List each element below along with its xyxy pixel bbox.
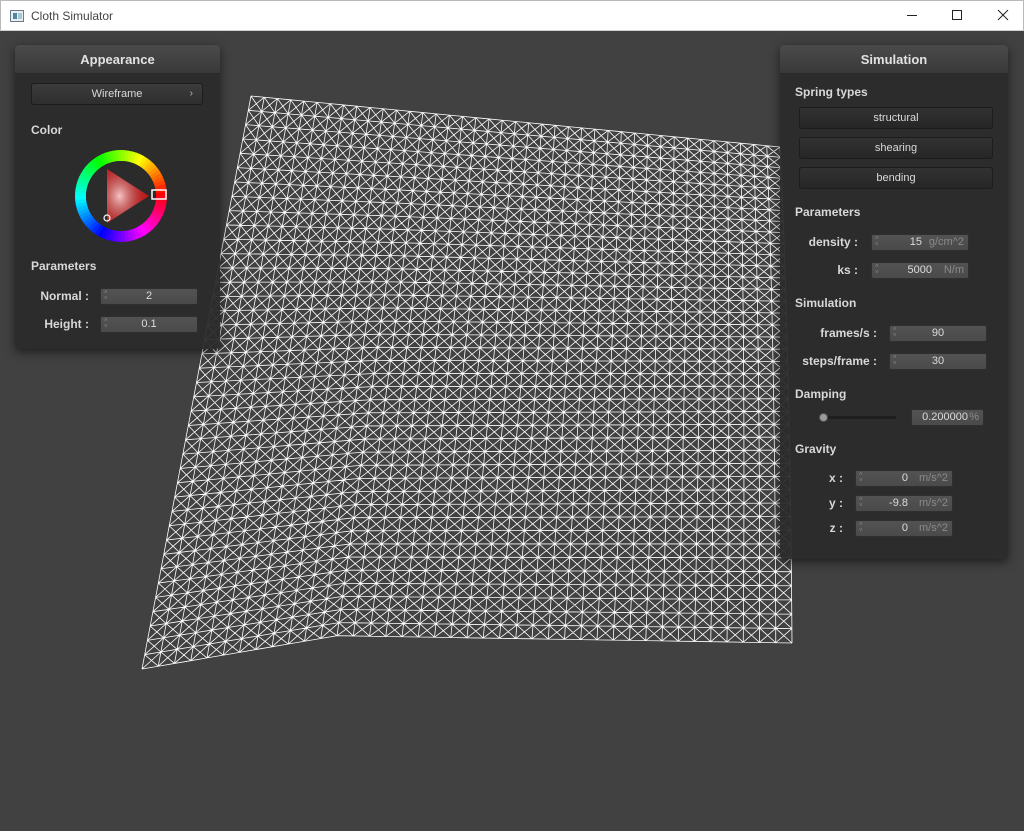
close-button[interactable] [980, 1, 1024, 31]
close-icon [997, 9, 1009, 21]
title-bar[interactable]: Cloth Simulator [0, 0, 1024, 31]
gravity-y-input[interactable]: ˄ ˅ -9.8 m/s^2 [855, 495, 953, 512]
density-label: density : [808, 235, 858, 249]
shearing-toggle[interactable]: shearing [799, 137, 993, 159]
spin-arrows-icon[interactable]: ˄ ˅ [859, 522, 865, 535]
spring-types-label: Spring types [795, 85, 868, 99]
render-mode-dropdown[interactable]: Wireframe › [31, 83, 203, 105]
chevron-right-icon: › [189, 88, 193, 99]
gravity-z-input[interactable]: ˄ ˅ 0 m/s^2 [855, 520, 953, 537]
spin-arrows-icon[interactable]: ˄ ˅ [859, 472, 865, 485]
appearance-panel: Appearance Wireframe › Color Parameters … [15, 45, 220, 349]
gravity-x-label: x : [828, 471, 843, 485]
density-input[interactable]: ˄ ˅ 15 g/cm^2 [871, 234, 969, 251]
damping-slider[interactable] [819, 413, 896, 422]
simulation-label: Simulation [795, 296, 857, 310]
simulation-panel-title[interactable]: Simulation [780, 45, 1008, 74]
maximize-button[interactable] [934, 1, 980, 31]
app-icon [10, 10, 24, 22]
simulation-panel: Simulation Spring types structural shear… [780, 45, 1008, 559]
gravity-y-label: y : [828, 496, 843, 510]
damping-slider-handle[interactable] [819, 413, 828, 422]
frames-input[interactable]: ˄ ˅ 90 [889, 325, 987, 342]
sim-parameters-label: Parameters [795, 205, 861, 219]
gravity-z-label: z : [829, 521, 843, 535]
color-wheel[interactable] [73, 148, 169, 244]
spin-arrows-icon[interactable]: ˄ ˅ [859, 497, 865, 510]
damping-slider-track [820, 416, 896, 419]
steps-input[interactable]: ˄ ˅ 30 [889, 353, 987, 370]
damping-input[interactable]: 0.200000 % [911, 409, 984, 426]
minimize-button[interactable] [889, 1, 935, 31]
normal-input[interactable]: ˄ ˅ 2 [100, 288, 198, 305]
bending-toggle[interactable]: bending [799, 167, 993, 189]
cloth-wireframe [141, 95, 793, 670]
ks-input[interactable]: ˄ ˅ 5000 N/m [871, 262, 969, 279]
spin-arrows-icon[interactable]: ˄ ˅ [875, 236, 881, 249]
frames-label: frames/s : [820, 326, 877, 340]
maximize-icon [952, 10, 962, 20]
minimize-icon [907, 15, 917, 16]
window-title: Cloth Simulator [31, 9, 114, 23]
gravity-label: Gravity [795, 442, 837, 456]
ks-label: ks : [837, 263, 858, 277]
damping-label: Damping [795, 387, 847, 401]
steps-label: steps/frame : [802, 354, 877, 368]
normal-label: Normal : [40, 289, 89, 303]
appearance-parameters-label: Parameters [31, 259, 97, 273]
color-label: Color [31, 123, 63, 137]
gravity-x-input[interactable]: ˄ ˅ 0 m/s^2 [855, 470, 953, 487]
appearance-panel-title[interactable]: Appearance [15, 45, 220, 74]
spin-arrows-icon[interactable]: ˄ ˅ [875, 264, 881, 277]
height-label: Height : [44, 317, 89, 331]
structural-toggle[interactable]: structural [799, 107, 993, 129]
render-mode-value: Wireframe [91, 88, 143, 100]
height-input[interactable]: ˄ ˅ 0.1 [100, 316, 198, 333]
